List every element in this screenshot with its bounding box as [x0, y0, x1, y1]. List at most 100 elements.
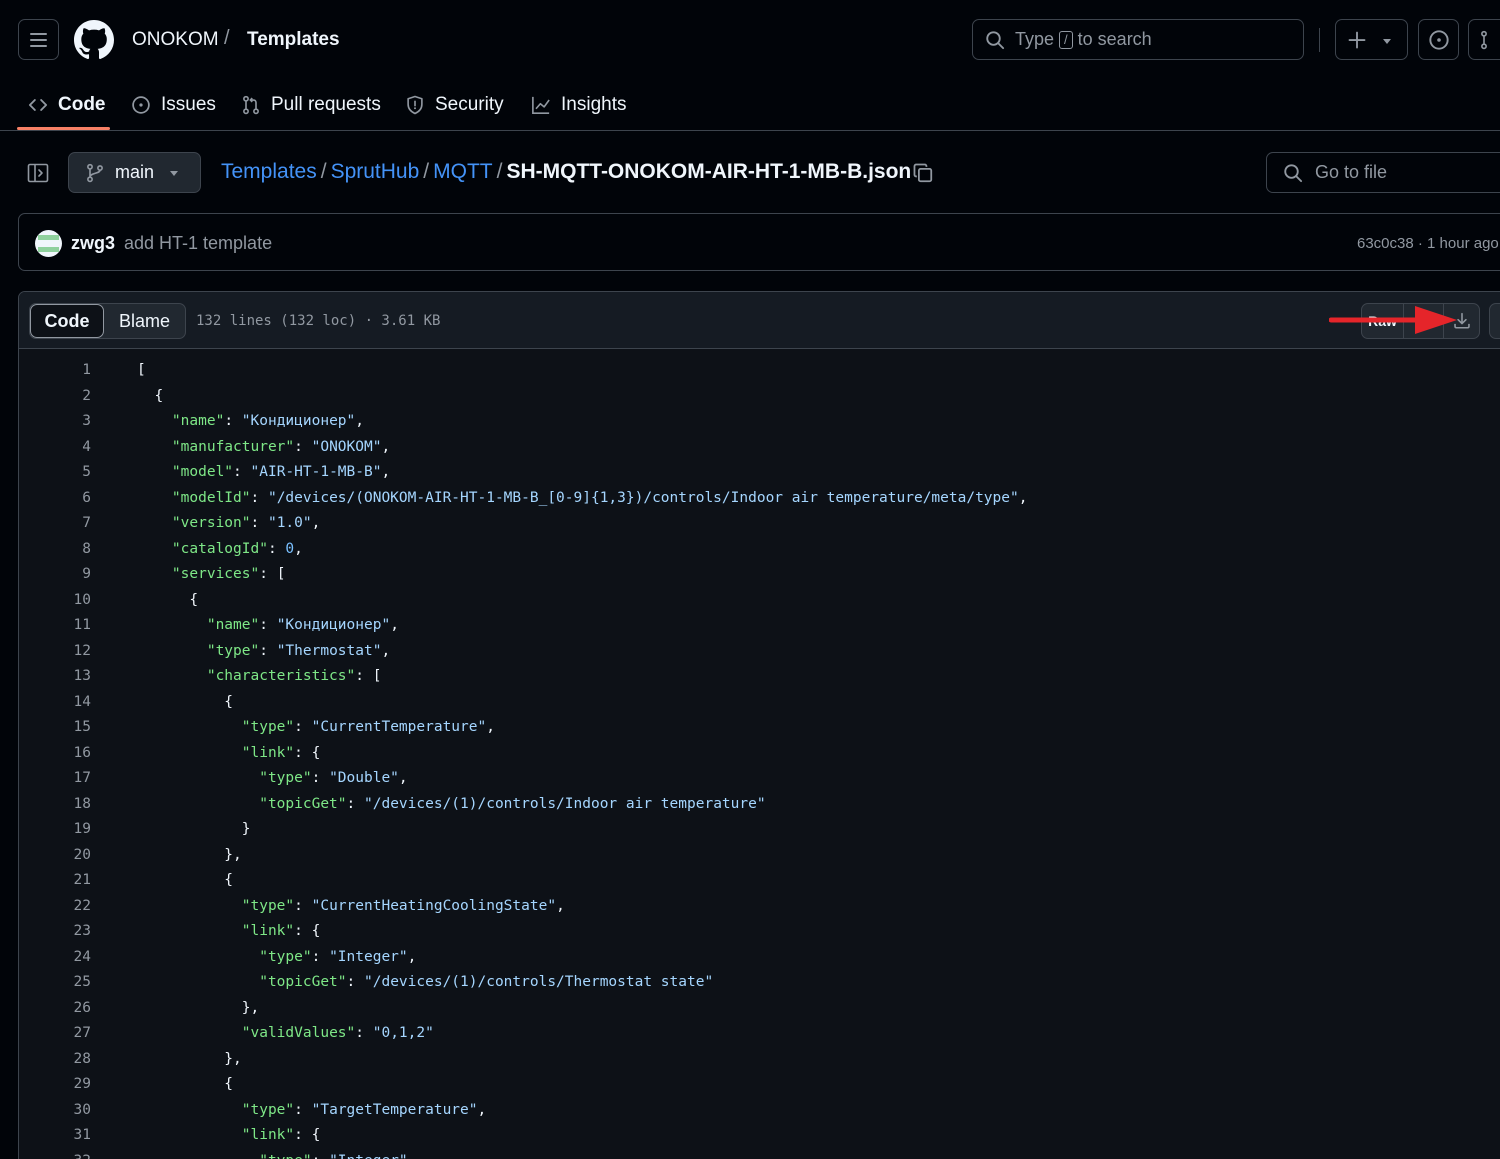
line-number[interactable]: 29: [19, 1072, 91, 1098]
tab-label: Issues: [161, 94, 216, 115]
line-number[interactable]: 21: [19, 868, 91, 894]
tab-label: Insights: [561, 94, 627, 115]
line-content: {: [137, 1076, 234, 1092]
line-number[interactable]: 4: [19, 435, 91, 461]
branch-selector-button[interactable]: main: [68, 152, 201, 193]
line-number[interactable]: 18: [19, 792, 91, 818]
line-number[interactable]: 2: [19, 384, 91, 410]
line-number[interactable]: 24: [19, 945, 91, 971]
tab-issues[interactable]: Issues: [131, 80, 216, 130]
github-logo-icon[interactable]: [74, 20, 114, 60]
triangle-down-icon: [170, 170, 179, 176]
line-number[interactable]: 1: [19, 358, 91, 384]
line-number[interactable]: 16: [19, 741, 91, 767]
line-number[interactable]: 14: [19, 690, 91, 716]
line-number[interactable]: 11: [19, 613, 91, 639]
line-number[interactable]: 25: [19, 970, 91, 996]
line-content: "link": {: [241, 744, 321, 761]
search-suffix: to search: [1077, 29, 1152, 49]
line-content: "type": "Thermostat",: [206, 642, 391, 659]
line-number[interactable]: 15: [19, 715, 91, 741]
file-path-breadcrumb: Templates / SprutHub / MQTT / SH-MQTT-ONOKOM-A…: [221, 160, 911, 184]
red-arrow-annotation: [1329, 306, 1457, 334]
line-content: "type": "Integer",: [137, 1149, 416, 1159]
code-line: 14 {: [19, 690, 1500, 716]
code-line: 29 {: [19, 1072, 1500, 1098]
search-icon: [1284, 163, 1303, 182]
your-issues-button[interactable]: [1418, 19, 1459, 60]
code-line: 30 "type": "TargetTemperature",: [19, 1098, 1500, 1124]
more-actions-button[interactable]: [1489, 303, 1500, 339]
file-info: 132 lines (132 loc) · 3.61 KB: [196, 313, 441, 329]
line-number[interactable]: 19: [19, 817, 91, 843]
tab-label: Pull requests: [271, 94, 381, 115]
breadcrumb-repo[interactable]: Templates: [247, 29, 340, 51]
your-pull-requests-button[interactable]: [1468, 19, 1500, 60]
copy-path-icon[interactable]: [912, 162, 934, 184]
code-line: 9 "services": [: [19, 562, 1500, 588]
code-line: 3 "name": "Кондиционер",: [19, 409, 1500, 435]
git-branch-icon: [87, 163, 103, 182]
breadcrumb-separator: /: [224, 27, 230, 49]
line-number[interactable]: 6: [19, 486, 91, 512]
tab-code[interactable]: Code: [28, 80, 106, 130]
path-segment-spruthub[interactable]: SprutHub: [331, 160, 420, 183]
code-line: 12 "type": "Thermostat",: [19, 639, 1500, 665]
line-number[interactable]: 13: [19, 664, 91, 690]
go-to-file-input[interactable]: Go to file: [1266, 152, 1500, 193]
code-line: 21 {: [19, 868, 1500, 894]
line-number[interactable]: 12: [19, 639, 91, 665]
line-number[interactable]: 32: [19, 1149, 91, 1159]
tab-pull-requests[interactable]: Pull requests: [241, 80, 381, 130]
pull-request-icon: [243, 95, 259, 115]
code-line: 18 "topicGet": "/devices/(1)/controls/In…: [19, 792, 1500, 818]
line-number[interactable]: 5: [19, 460, 91, 486]
global-search-input[interactable]: Type / to search: [972, 19, 1304, 60]
commit-author[interactable]: zwg3: [71, 233, 115, 254]
line-content: "type": "CurrentTemperature",: [241, 719, 495, 735]
code-line: 10 {: [19, 588, 1500, 614]
code-line: 6 "modelId": "/devices/(ONOKOM-AIR-HT-1-…: [19, 486, 1500, 512]
tab-security[interactable]: Security: [405, 80, 504, 130]
line-number[interactable]: 23: [19, 919, 91, 945]
line-content: "version": "1.0",: [171, 515, 321, 531]
line-number[interactable]: 3: [19, 409, 91, 435]
path-segment-templates[interactable]: Templates: [221, 160, 317, 183]
line-number[interactable]: 22: [19, 894, 91, 920]
line-number[interactable]: 10: [19, 588, 91, 614]
breadcrumb-owner[interactable]: ONOKOM: [132, 29, 219, 51]
line-content: },: [137, 1050, 242, 1067]
tab-insights[interactable]: Insights: [531, 80, 626, 130]
sidepanel-expand-icon[interactable]: [26, 161, 50, 185]
blame-view-button[interactable]: Blame: [104, 304, 185, 338]
create-new-button[interactable]: [1335, 19, 1408, 60]
commit-message[interactable]: add HT-1 template: [124, 233, 272, 254]
issue-opened-icon: [1429, 30, 1449, 50]
code-line: 22 "type": "CurrentHeatingCoolingState",: [19, 894, 1500, 920]
line-number[interactable]: 7: [19, 511, 91, 537]
menu-icon-bar: [30, 38, 47, 41]
line-number[interactable]: 28: [19, 1047, 91, 1073]
code-content: 1[2 {3 "name": "Кондиционер", 4 "manufact…: [19, 358, 1500, 1159]
code-view-button[interactable]: Code: [30, 304, 104, 338]
line-number[interactable]: 17: [19, 766, 91, 792]
line-number[interactable]: 8: [19, 537, 91, 563]
line-content: "name": "Кондиционер",: [171, 413, 365, 429]
menu-button[interactable]: [18, 19, 59, 60]
commit-meta[interactable]: 63c0c38 · 1 hour ago: [1357, 235, 1499, 252]
code-line: 24 "type": "Integer",: [19, 945, 1500, 971]
file-viewer: Code Blame 132 lines (132 loc) · 3.61 KB…: [18, 291, 1500, 1159]
line-content: "type": "Double",: [259, 770, 408, 786]
line-number[interactable]: 9: [19, 562, 91, 588]
line-content: "name": "Кондиционер",: [206, 617, 399, 633]
line-number[interactable]: 26: [19, 996, 91, 1022]
avatar[interactable]: [35, 230, 62, 257]
code-icon: [28, 99, 48, 111]
line-number[interactable]: 27: [19, 1021, 91, 1047]
line-number[interactable]: 20: [19, 843, 91, 869]
line-number[interactable]: 31: [19, 1123, 91, 1149]
line-content: "catalogId": 0,: [171, 540, 303, 557]
line-number[interactable]: 30: [19, 1098, 91, 1124]
path-segment-mqtt[interactable]: MQTT: [433, 160, 492, 183]
branch-name: main: [115, 162, 155, 182]
